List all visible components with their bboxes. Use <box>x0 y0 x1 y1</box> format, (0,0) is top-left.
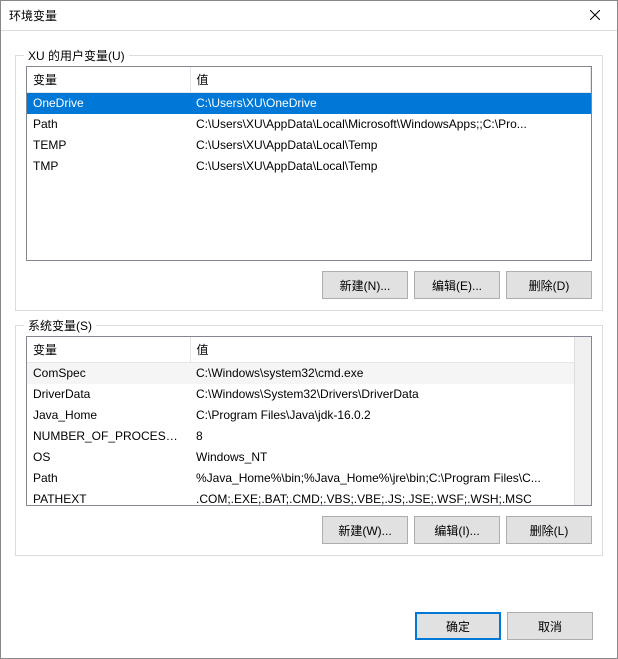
user-table-container: 变量 值 OneDriveC:\Users\XU\OneDrivePathC:\… <box>26 66 592 261</box>
cell-value: C:\Users\XU\AppData\Local\Temp <box>190 135 591 156</box>
window-title: 环境变量 <box>1 7 572 24</box>
cell-variable: Path <box>27 114 190 135</box>
cell-value: C:\Windows\system32\cmd.exe <box>190 363 591 384</box>
cell-value: .COM;.EXE;.BAT;.CMD;.VBS;.VBE;.JS;.JSE;.… <box>190 489 591 507</box>
system-button-row: 新建(W)... 编辑(I)... 删除(L) <box>26 516 592 544</box>
table-row[interactable]: Java_HomeC:\Program Files\Java\jdk-16.0.… <box>27 405 591 426</box>
cell-variable: DriverData <box>27 384 190 405</box>
table-header-row: 变量 值 <box>27 67 591 93</box>
cell-value: Windows_NT <box>190 447 591 468</box>
cell-value: 8 <box>190 426 591 447</box>
table-row[interactable]: PathC:\Users\XU\AppData\Local\Microsoft\… <box>27 114 591 135</box>
cell-variable: OS <box>27 447 190 468</box>
cell-variable: TMP <box>27 156 190 177</box>
col-header-variable[interactable]: 变量 <box>27 337 190 363</box>
user-edit-button[interactable]: 编辑(E)... <box>414 271 500 299</box>
cell-value: C:\Program Files\Java\jdk-16.0.2 <box>190 405 591 426</box>
user-delete-button[interactable]: 删除(D) <box>506 271 592 299</box>
titlebar: 环境变量 <box>1 1 617 31</box>
user-variables-table[interactable]: 变量 值 OneDriveC:\Users\XU\OneDrivePathC:\… <box>27 67 591 177</box>
cell-value: C:\Users\XU\AppData\Local\Microsoft\Wind… <box>190 114 591 135</box>
cell-value: %Java_Home%\bin;%Java_Home%\jre\bin;C:\P… <box>190 468 591 489</box>
cell-variable: Path <box>27 468 190 489</box>
close-button[interactable] <box>572 1 617 30</box>
cell-variable: PATHEXT <box>27 489 190 507</box>
cell-variable: TEMP <box>27 135 190 156</box>
col-header-variable[interactable]: 变量 <box>27 67 190 93</box>
table-row[interactable]: Path%Java_Home%\bin;%Java_Home%\jre\bin;… <box>27 468 591 489</box>
cell-value: C:\Users\XU\AppData\Local\Temp <box>190 156 591 177</box>
cell-value: C:\Users\XU\OneDrive <box>190 93 591 114</box>
table-row[interactable]: OneDriveC:\Users\XU\OneDrive <box>27 93 591 114</box>
table-row[interactable]: PATHEXT.COM;.EXE;.BAT;.CMD;.VBS;.VBE;.JS… <box>27 489 591 507</box>
cell-variable: Java_Home <box>27 405 190 426</box>
close-icon <box>590 9 600 23</box>
cell-value: C:\Windows\System32\Drivers\DriverData <box>190 384 591 405</box>
table-row[interactable]: TEMPC:\Users\XU\AppData\Local\Temp <box>27 135 591 156</box>
user-button-row: 新建(N)... 编辑(E)... 删除(D) <box>26 271 592 299</box>
table-row[interactable]: TMPC:\Users\XU\AppData\Local\Temp <box>27 156 591 177</box>
table-header-row: 变量 值 <box>27 337 591 363</box>
col-header-value[interactable]: 值 <box>190 337 591 363</box>
cell-variable: ComSpec <box>27 363 190 384</box>
content: XU 的用户变量(U) 变量 值 OneDriveC:\Users\XU\One… <box>1 31 617 596</box>
table-row[interactable]: ComSpecC:\Windows\system32\cmd.exe <box>27 363 591 384</box>
col-header-value[interactable]: 值 <box>190 67 591 93</box>
table-row[interactable]: OSWindows_NT <box>27 447 591 468</box>
system-variables-group: 系统变量(S) 变量 值 ComSpecC:\Windows\system32\… <box>15 325 603 556</box>
table-row[interactable]: DriverDataC:\Windows\System32\Drivers\Dr… <box>27 384 591 405</box>
table-row[interactable]: NUMBER_OF_PROCESSORS8 <box>27 426 591 447</box>
system-variables-table[interactable]: 变量 值 ComSpecC:\Windows\system32\cmd.exeD… <box>27 337 591 506</box>
cancel-button[interactable]: 取消 <box>507 612 593 640</box>
user-variables-group: XU 的用户变量(U) 变量 值 OneDriveC:\Users\XU\One… <box>15 55 603 311</box>
system-new-button[interactable]: 新建(W)... <box>322 516 408 544</box>
user-new-button[interactable]: 新建(N)... <box>322 271 408 299</box>
cell-variable: OneDrive <box>27 93 190 114</box>
scrollbar[interactable] <box>574 337 591 505</box>
system-group-legend: 系统变量(S) <box>24 317 96 334</box>
ok-button[interactable]: 确定 <box>415 612 501 640</box>
user-group-legend: XU 的用户变量(U) <box>24 47 129 64</box>
system-delete-button[interactable]: 删除(L) <box>506 516 592 544</box>
system-table-container: 变量 值 ComSpecC:\Windows\system32\cmd.exeD… <box>26 336 592 506</box>
system-edit-button[interactable]: 编辑(I)... <box>414 516 500 544</box>
dialog-footer: 确定 取消 <box>1 596 617 658</box>
cell-variable: NUMBER_OF_PROCESSORS <box>27 426 190 447</box>
